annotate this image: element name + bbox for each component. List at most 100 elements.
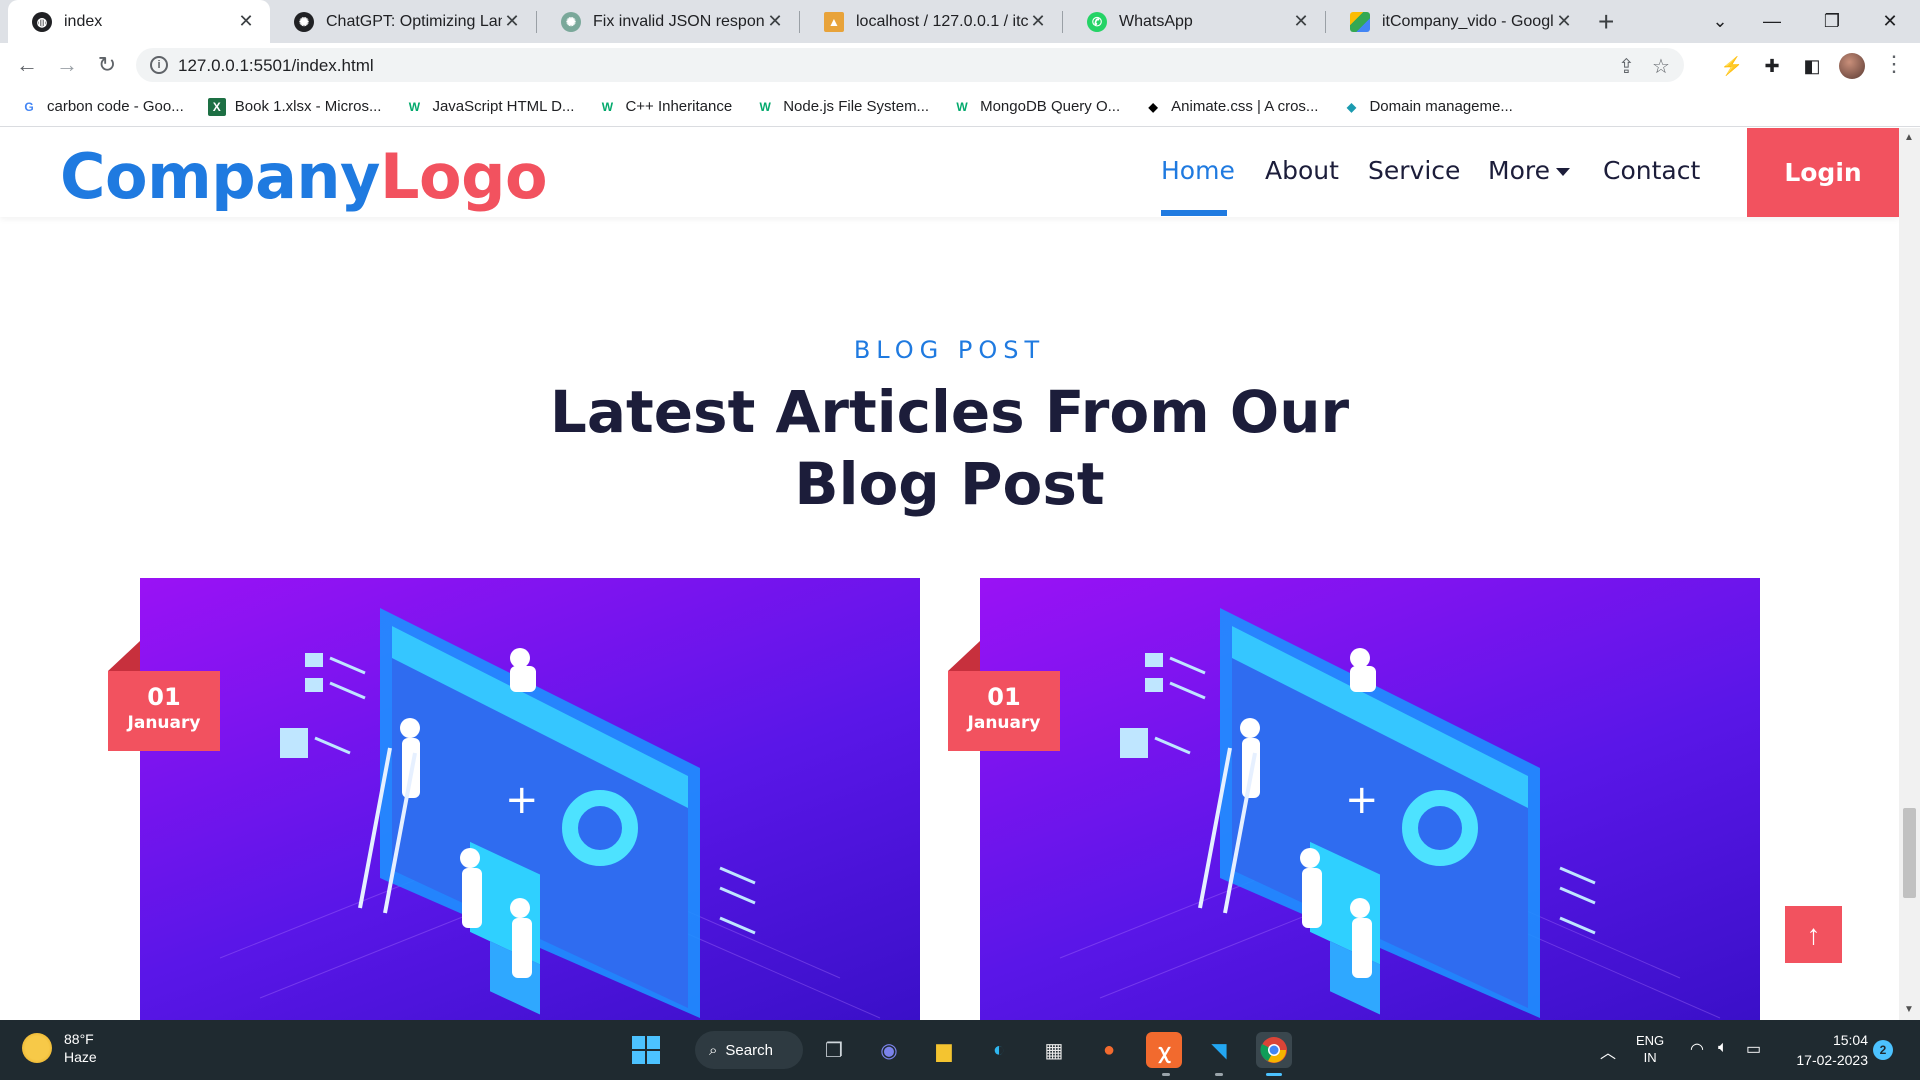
company-logo[interactable]: CompanyLogo	[60, 140, 548, 213]
tab-title: WhatsApp	[1119, 12, 1193, 30]
tab-index[interactable]: ◍ index ✕	[8, 0, 270, 43]
language-line-1: ENG	[1636, 1033, 1665, 1048]
heading-line-1: Latest Articles From Our	[549, 378, 1350, 446]
teams-chat-icon[interactable]: ◉	[871, 1032, 907, 1068]
bookmark-label: Domain manageme...	[1369, 98, 1513, 115]
tab-whatsapp[interactable]: ✆ WhatsApp ✕	[1063, 0, 1325, 43]
bookmark-item[interactable]: ◆ Animate.css | A cros...	[1144, 98, 1319, 116]
logo-part-company: Company	[60, 140, 380, 213]
blog-card-image[interactable]: +	[140, 578, 920, 1020]
language-indicator[interactable]: ENG IN	[1636, 1032, 1664, 1066]
bookmark-label: MongoDB Query O...	[980, 98, 1121, 115]
bookmark-star-icon[interactable]: ☆	[1652, 54, 1670, 79]
scroll-up-arrow-icon[interactable]: ▲	[1904, 132, 1914, 143]
forward-arrow-icon[interactable]: →	[51, 49, 83, 81]
bookmark-label: Node.js File System...	[783, 98, 930, 115]
weather-widget[interactable]: 88°F Haze	[22, 1030, 97, 1066]
back-arrow-icon[interactable]: ←	[11, 49, 43, 81]
wifi-icon[interactable]: ◠	[1690, 1039, 1704, 1059]
tray-overflow-chevron-icon[interactable]: ︿	[1600, 1039, 1616, 1063]
scrollbar-thumb[interactable]	[1903, 808, 1916, 898]
postman-icon[interactable]: ●	[1091, 1032, 1127, 1068]
weather-condition: Haze	[64, 1049, 97, 1065]
nav-service[interactable]: Service	[1368, 156, 1460, 185]
tab-google-drive[interactable]: itCompany_vido - Google D ✕	[1326, 0, 1588, 43]
close-window-button[interactable]: ✕	[1860, 0, 1920, 43]
chrome-icon[interactable]	[1256, 1032, 1292, 1068]
w3schools-icon: W	[408, 99, 421, 114]
close-tab-icon[interactable]: ✕	[765, 11, 785, 32]
tab-localhost[interactable]: ▲ localhost / 127.0.0.1 / itcom ✕	[800, 0, 1062, 43]
menu-kebab-icon[interactable]: ⋮	[1883, 51, 1905, 77]
bookmark-item[interactable]: W JavaScript HTML D...	[405, 98, 575, 116]
w3schools-icon: W	[601, 99, 614, 114]
w3schools-icon: W	[956, 99, 968, 114]
file-explorer-icon[interactable]: ▆	[926, 1032, 962, 1068]
bookmark-item[interactable]: W C++ Inheritance	[598, 98, 732, 116]
blog-illustration: +	[219, 608, 881, 1019]
tab-search-chevron-icon[interactable]: ⌄	[1690, 0, 1750, 43]
minimize-button[interactable]: —	[1742, 0, 1802, 43]
date-month: January	[127, 713, 201, 733]
reload-icon[interactable]: ↻	[91, 49, 123, 81]
bookmark-item[interactable]: X Book 1.xlsx - Micros...	[207, 97, 382, 116]
restore-button[interactable]: ❐	[1802, 0, 1862, 43]
bookmark-label: Book 1.xlsx - Micros...	[234, 98, 382, 115]
tab-title: itCompany_vido - Google D	[1382, 12, 1554, 30]
w3schools-icon: W	[759, 99, 771, 114]
microsoft-store-icon[interactable]: ▦	[1036, 1032, 1072, 1068]
section-eyebrow: BLOG POST	[853, 336, 1046, 364]
tab-fix-json[interactable]: ✺ Fix invalid JSON response. ✕	[537, 0, 799, 43]
edge-browser-icon[interactable]: ◐	[981, 1032, 1017, 1068]
close-tab-icon[interactable]: ✕	[1291, 11, 1311, 32]
system-clock[interactable]: 15:04 17-02-2023	[1784, 1030, 1868, 1070]
bookmark-item[interactable]: W MongoDB Query O...	[953, 98, 1120, 116]
volume-icon[interactable]: 🔈︎	[1718, 1039, 1728, 1057]
taskbar-search[interactable]: ⌕ Search	[695, 1031, 803, 1069]
address-bar[interactable]: i 127.0.0.1:5501/index.html ⇪ ☆	[136, 48, 1684, 82]
blog-card-image[interactable]: +	[980, 578, 1760, 1020]
side-panel-icon[interactable]: ◧	[1800, 54, 1824, 78]
url-text[interactable]: 127.0.0.1:5501/index.html	[178, 56, 374, 76]
profile-avatar[interactable]	[1839, 53, 1865, 79]
close-tab-icon[interactable]: ✕	[1028, 11, 1048, 32]
battery-icon[interactable]: ▭	[1746, 1039, 1761, 1059]
login-button[interactable]: Login	[1747, 128, 1899, 217]
tab-strip: ◍ index ✕ ✺ ChatGPT: Optimizing Langu ✕ …	[0, 0, 1920, 43]
page-scrollbar[interactable]: ▲ ▼	[1899, 128, 1920, 1020]
scroll-to-top-button[interactable]: ↑	[1785, 906, 1842, 963]
phpmyadmin-icon: ▲	[824, 11, 844, 32]
close-tab-icon[interactable]: ✕	[236, 11, 256, 32]
tab-chatgpt[interactable]: ✺ ChatGPT: Optimizing Langu ✕	[270, 0, 536, 43]
site-info-icon[interactable]: i	[150, 56, 168, 74]
nav-contact[interactable]: Contact	[1603, 156, 1700, 185]
bookmark-label: JavaScript HTML D...	[432, 98, 575, 115]
nav-home[interactable]: Home	[1161, 156, 1235, 185]
scroll-down-arrow-icon[interactable]: ▼	[1904, 1004, 1914, 1015]
close-tab-icon[interactable]: ✕	[1554, 11, 1574, 32]
tab-title: index	[64, 12, 103, 30]
bookmark-label: C++ Inheritance	[625, 98, 733, 115]
nav-more[interactable]: More	[1488, 156, 1570, 185]
task-view-icon[interactable]: ❐	[816, 1032, 852, 1068]
notification-badge[interactable]: 2	[1873, 1040, 1893, 1060]
extensions-puzzle-icon[interactable]: ✚	[1760, 54, 1784, 78]
page-viewport: CompanyLogo Home About Service More Cont…	[0, 128, 1920, 1020]
nav-about[interactable]: About	[1265, 156, 1339, 185]
bookmark-item[interactable]: W Node.js File System...	[756, 98, 930, 116]
arrow-up-icon: ↑	[1806, 918, 1821, 950]
windows-start-icon[interactable]	[628, 1032, 664, 1068]
svg-text:+: +	[1345, 777, 1379, 823]
close-tab-icon[interactable]: ✕	[502, 11, 522, 32]
bookmark-item[interactable]: ◆ Domain manageme...	[1342, 98, 1513, 116]
extension-bolt-icon[interactable]: ⚡	[1720, 54, 1744, 78]
new-tab-button[interactable]: +	[1598, 6, 1614, 38]
share-icon[interactable]: ⇪	[1618, 54, 1635, 79]
haze-sun-icon	[22, 1033, 52, 1063]
language-line-2: IN	[1643, 1050, 1657, 1065]
vscode-icon[interactable]: ◥	[1201, 1032, 1237, 1068]
bookmark-item[interactable]: G carbon code - Goo...	[20, 98, 183, 116]
active-nav-underline	[1161, 210, 1227, 216]
xampp-icon[interactable]: ꭓ	[1146, 1032, 1182, 1068]
heading-line-2: Blog Post	[794, 450, 1105, 518]
